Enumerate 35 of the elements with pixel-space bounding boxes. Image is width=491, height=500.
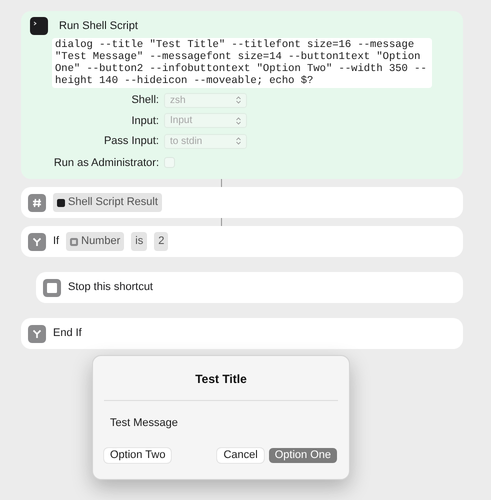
action-card[interactable]: Stop this shortcut [36, 272, 463, 303]
terminal-icon [30, 17, 48, 35]
branch-icon [28, 324, 46, 342]
field-label: Pass Input: [102, 134, 160, 149]
cancel-button[interactable]: Cancel [217, 448, 264, 462]
chevron-icon [236, 116, 241, 125]
field-label: Run as Administrator: [52, 156, 160, 170]
action-title: Stop this shortcut [68, 280, 153, 296]
script-line: One" --button2 --infobuttontext "Option Two" --width 350 -- [55, 63, 428, 75]
action-card[interactable] [21, 11, 463, 179]
script-line: height 140 --hideicon --moveable; echo $? [55, 75, 314, 87]
script-line: dialog --title "Test Title" --titlefont size=16 --message [55, 39, 416, 51]
chevron-icon [236, 137, 241, 146]
field-label: Shell: [130, 93, 160, 108]
action-card[interactable]: End If [21, 318, 463, 349]
script-editor[interactable] [52, 38, 432, 88]
script-line: "Test Message" --messagefont size=14 --button1text "Option [55, 51, 422, 63]
operator-chip[interactable]: is [131, 232, 148, 251]
action-title: Run Shell Script [59, 18, 138, 34]
variable-chip[interactable]: Number [66, 232, 124, 251]
action-card[interactable]: Shell Script Result [21, 187, 463, 218]
chevron-icon [236, 96, 241, 104]
stop-icon [43, 278, 61, 296]
branch-icon [28, 232, 46, 250]
dialog-title: Test Title [194, 371, 248, 388]
field-label: Input: [130, 114, 160, 128]
action-title: End If [53, 326, 82, 342]
if-label: If [53, 234, 60, 250]
operand-chip[interactable]: 2 [154, 232, 168, 251]
default-button[interactable]: Option One [268, 448, 337, 462]
variable-chip[interactable]: Shell Script Result [53, 193, 162, 212]
action-card[interactable]: If Number is 2 [21, 226, 463, 257]
info-button[interactable]: Option Two [104, 448, 172, 462]
terminal-icon [57, 198, 65, 206]
dialog-message: Test Message [110, 416, 179, 431]
